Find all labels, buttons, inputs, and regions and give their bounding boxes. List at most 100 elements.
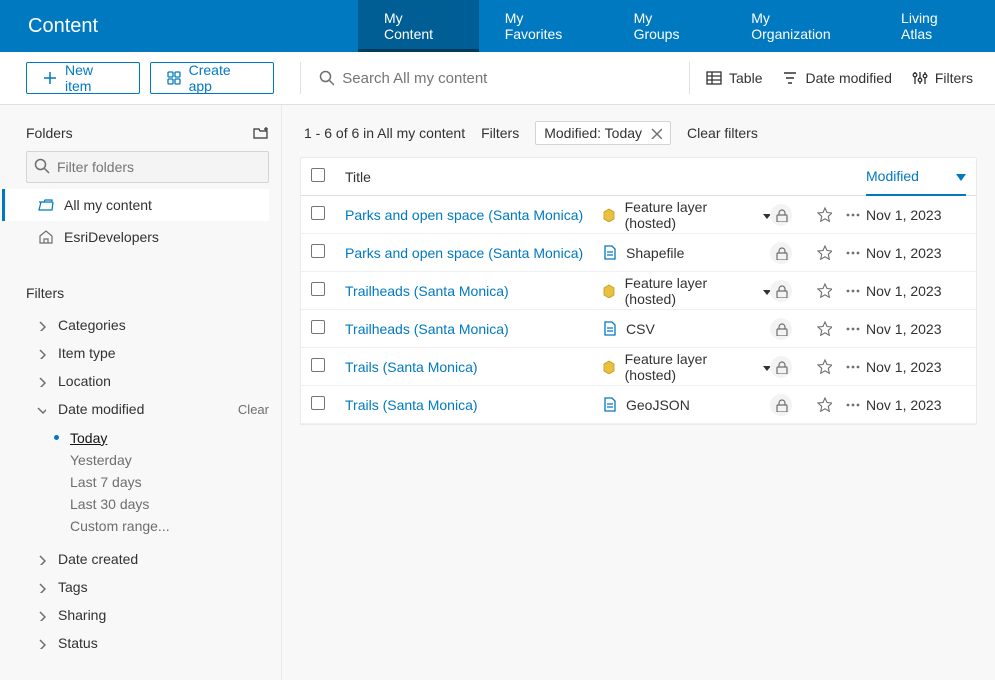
new-item-label: New item — [65, 62, 123, 94]
row-checkbox[interactable] — [311, 244, 325, 258]
item-title-link[interactable]: Trailheads (Santa Monica) — [345, 283, 509, 299]
item-type-label: Feature layer (hosted) — [625, 275, 752, 307]
favorite-button[interactable] — [810, 283, 838, 298]
item-title-link[interactable]: Parks and open space (Santa Monica) — [345, 207, 583, 223]
tab-my-organization[interactable]: My Organization — [725, 0, 875, 52]
filter-option-today[interactable]: Today — [70, 427, 269, 448]
tab-my-favorites[interactable]: My Favorites — [479, 0, 608, 52]
favorite-button[interactable] — [810, 359, 838, 374]
sharing-badge[interactable] — [770, 280, 792, 302]
sharing-badge[interactable] — [770, 204, 792, 226]
item-type[interactable]: Feature layer (hosted) — [600, 351, 770, 383]
col-modified-label: Modified — [866, 168, 919, 184]
view-table-button[interactable]: Table — [706, 70, 762, 86]
filter-option-yesterday[interactable]: Yesterday — [70, 449, 269, 470]
item-type[interactable]: Feature layer (hosted) — [600, 199, 770, 231]
item-type[interactable]: Feature layer (hosted) — [600, 275, 770, 307]
filter-group-date-created[interactable]: Date created — [26, 545, 269, 573]
nav-tabs: My ContentMy FavoritesMy GroupsMy Organi… — [358, 0, 995, 52]
items-table: Title Modified Parks and open space (San… — [300, 157, 977, 425]
item-title-link[interactable]: Trails (Santa Monica) — [345, 397, 478, 413]
favorite-button[interactable] — [810, 245, 838, 260]
more-actions-button[interactable] — [838, 397, 866, 412]
col-title[interactable]: Title — [345, 169, 600, 185]
toolbar: New item Create app Table Date modified … — [0, 52, 995, 105]
filter-option-custom-range-[interactable]: Custom range... — [70, 515, 269, 536]
select-all-checkbox[interactable] — [311, 168, 325, 182]
filter-group-label: Item type — [58, 345, 269, 361]
clear-filters-link[interactable]: Clear filters — [687, 125, 758, 141]
filter-option-last-7-days[interactable]: Last 7 days — [70, 471, 269, 492]
filters-button[interactable]: Filters — [912, 70, 973, 86]
filter-group-date-modified[interactable]: Date modifiedClear — [26, 395, 269, 423]
folder-label: All my content — [64, 197, 152, 213]
page-title: Content — [0, 0, 358, 52]
chevron-right-icon — [36, 582, 46, 593]
filter-group-label: Status — [58, 635, 269, 651]
more-actions-button[interactable] — [838, 245, 866, 260]
modified-date: Nov 1, 2023 — [866, 359, 966, 375]
more-actions-button[interactable] — [838, 283, 866, 298]
lock-icon — [774, 322, 788, 336]
caret-down-icon — [760, 285, 770, 296]
more-actions-button[interactable] — [838, 321, 866, 336]
file-icon — [602, 321, 617, 336]
modified-date: Nov 1, 2023 — [866, 207, 966, 223]
favorite-button[interactable] — [810, 207, 838, 222]
sliders-icon — [912, 70, 928, 86]
filter-group-label: Categories — [58, 317, 269, 333]
new-folder-icon[interactable] — [253, 125, 269, 141]
item-title-link[interactable]: Parks and open space (Santa Monica) — [345, 245, 583, 261]
filters-chip-label: Filters — [481, 125, 519, 141]
filter-group-categories[interactable]: Categories — [26, 311, 269, 339]
item-title-link[interactable]: Trailheads (Santa Monica) — [345, 321, 509, 337]
filter-group-status[interactable]: Status — [26, 629, 269, 657]
filter-group-sharing[interactable]: Sharing — [26, 601, 269, 629]
search-input[interactable] — [334, 64, 671, 93]
favorite-button[interactable] — [810, 397, 838, 412]
folder-label: EsriDevelopers — [64, 229, 159, 245]
sharing-badge[interactable] — [770, 318, 792, 340]
lock-icon — [774, 398, 788, 412]
filter-group-location[interactable]: Location — [26, 367, 269, 395]
chevron-down-icon — [36, 404, 46, 415]
filter-option-last-30-days[interactable]: Last 30 days — [70, 493, 269, 514]
row-checkbox[interactable] — [311, 358, 325, 372]
folder-all-my-content[interactable]: All my content — [2, 189, 269, 221]
row-checkbox[interactable] — [311, 396, 325, 410]
modified-date: Nov 1, 2023 — [866, 321, 966, 337]
tab-my-groups[interactable]: My Groups — [608, 0, 726, 52]
tab-my-content[interactable]: My Content — [358, 0, 479, 52]
sharing-badge[interactable] — [770, 356, 792, 378]
filter-folders-input[interactable] — [26, 151, 269, 183]
filter-group-label: Tags — [58, 579, 269, 595]
top-nav: Content My ContentMy FavoritesMy GroupsM… — [0, 0, 995, 52]
item-title-link[interactable]: Trails (Santa Monica) — [345, 359, 478, 375]
filter-group-tags[interactable]: Tags — [26, 573, 269, 601]
table-icon — [706, 70, 722, 86]
filter-group-label: Sharing — [58, 607, 269, 623]
search-wrap — [301, 64, 689, 93]
folder-esridevelopers[interactable]: EsriDevelopers — [28, 221, 269, 253]
col-modified[interactable]: Modified — [866, 158, 966, 196]
sharing-badge[interactable] — [770, 394, 792, 416]
filter-chip-modified[interactable]: Modified: Today — [535, 121, 671, 145]
layer-icon — [601, 359, 616, 374]
row-checkbox[interactable] — [311, 320, 325, 334]
filter-clear-link[interactable]: Clear — [238, 402, 269, 417]
tab-living-atlas[interactable]: Living Atlas — [875, 0, 995, 52]
sharing-badge[interactable] — [770, 242, 792, 264]
new-item-button[interactable]: New item — [26, 62, 140, 94]
lock-icon — [774, 360, 788, 374]
favorite-button[interactable] — [810, 321, 838, 336]
more-actions-button[interactable] — [838, 207, 866, 222]
close-icon[interactable] — [650, 127, 662, 139]
filter-group-item-type[interactable]: Item type — [26, 339, 269, 367]
chevron-right-icon — [36, 638, 46, 649]
row-checkbox[interactable] — [311, 206, 325, 220]
sort-button[interactable]: Date modified — [782, 70, 891, 86]
row-checkbox[interactable] — [311, 282, 325, 296]
chevron-right-icon — [36, 554, 46, 565]
create-app-button[interactable]: Create app — [150, 62, 274, 94]
more-actions-button[interactable] — [838, 359, 866, 374]
